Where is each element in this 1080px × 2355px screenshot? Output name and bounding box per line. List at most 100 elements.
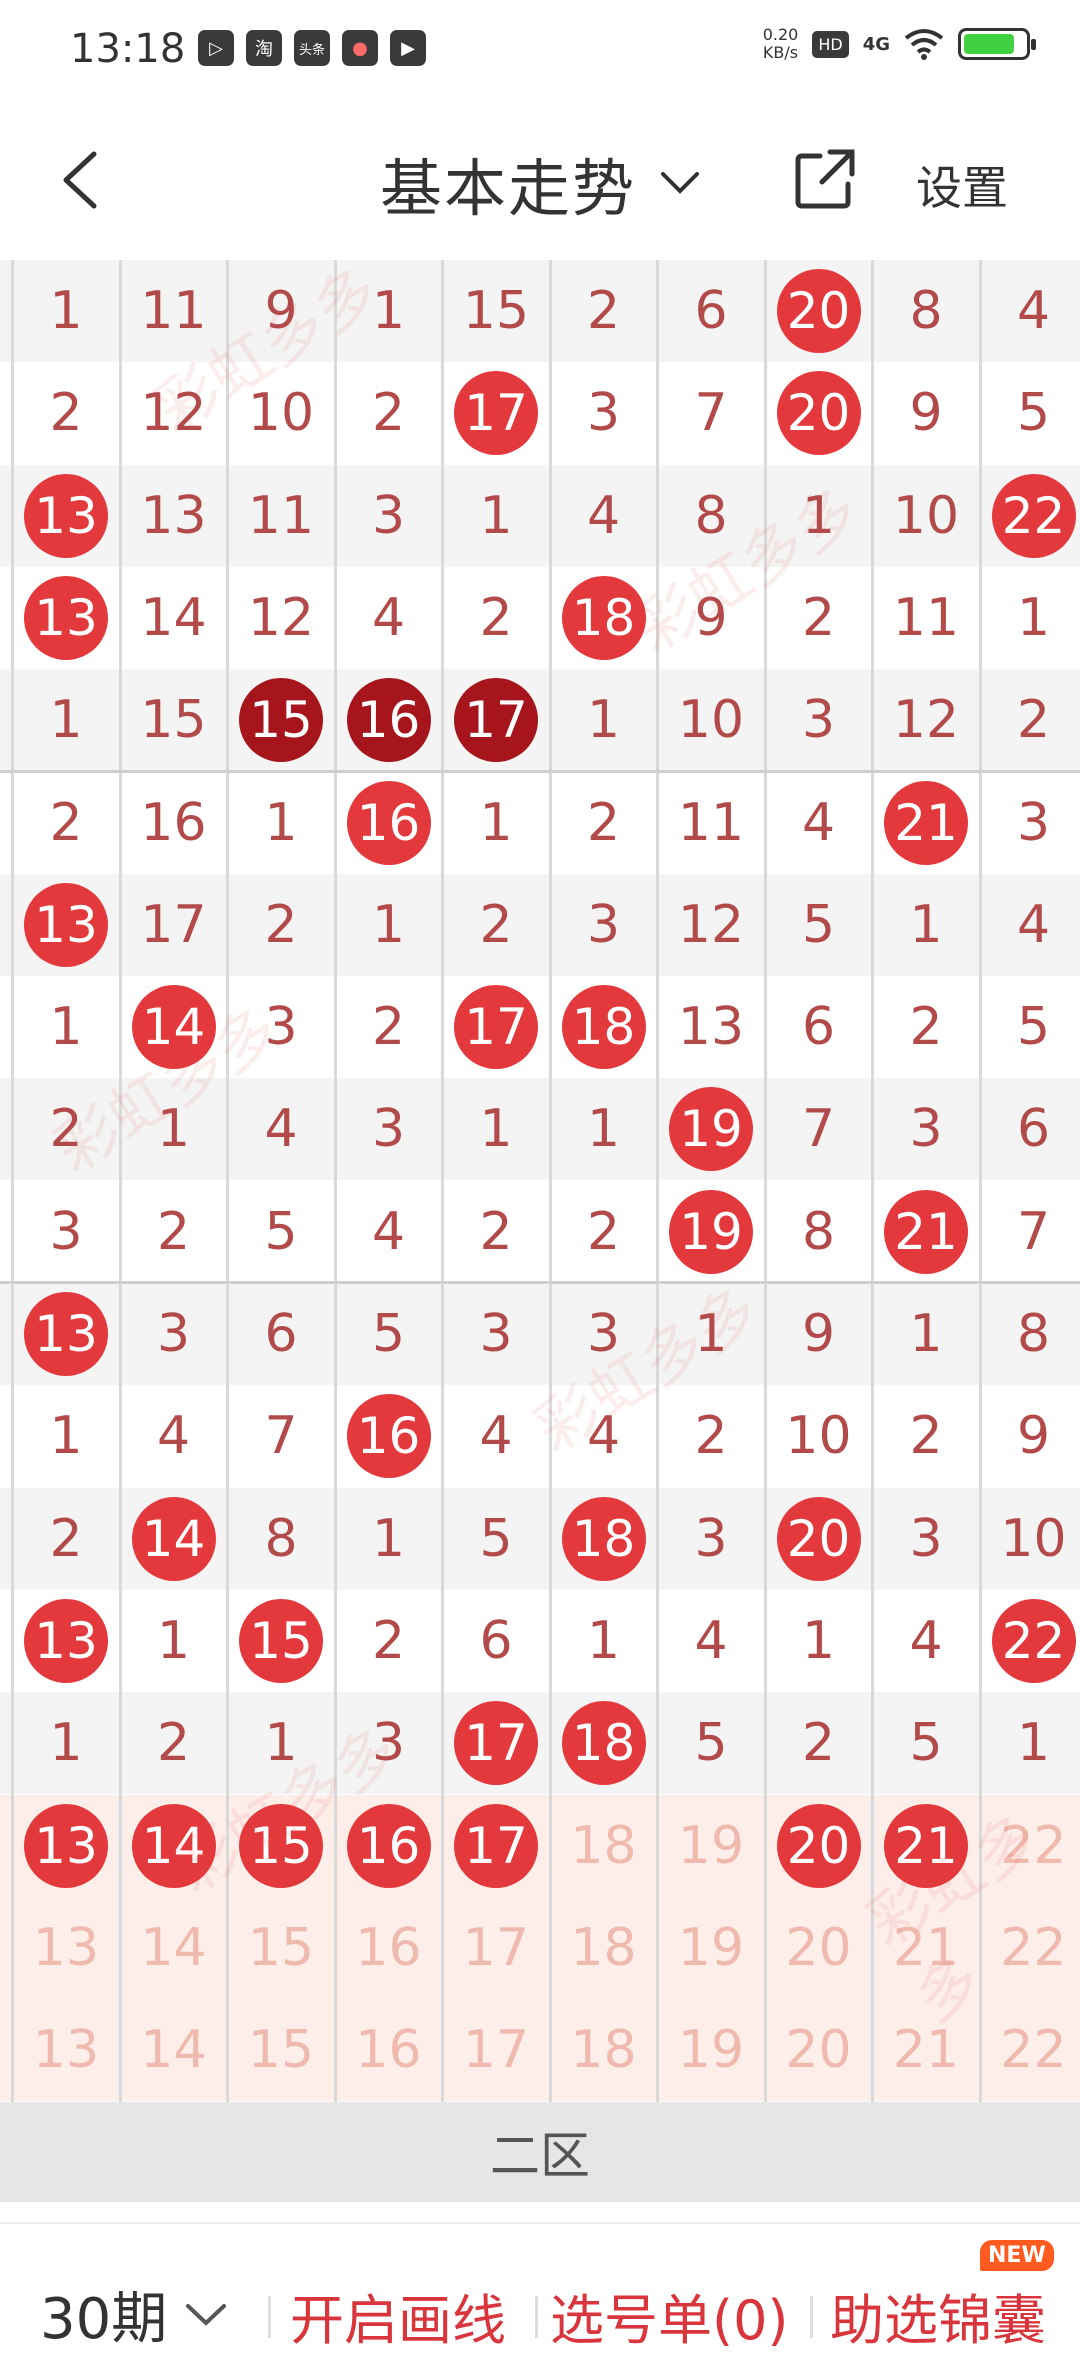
trend-cell-hit: 15 [228, 1590, 334, 1692]
trend-cell: 16 [336, 1999, 442, 2101]
trend-row: 1311526141422 [0, 1590, 1080, 1692]
trend-cell: 1 [551, 1590, 657, 1692]
trend-cell: 5 [766, 874, 872, 976]
new-badge: NEW [980, 2240, 1054, 2271]
back-arrow-icon[interactable] [56, 150, 102, 210]
trend-cell-hit: 16 [336, 1385, 442, 1487]
trend-cell: 12 [228, 567, 334, 669]
trend-cell: 1 [551, 669, 657, 771]
trend-cell: 10 [873, 465, 979, 567]
signal-icon: 4G [863, 34, 890, 55]
trend-cell: 2 [336, 362, 442, 464]
trend-cell-hit: 20 [766, 260, 872, 362]
trend-row: 13141516171819202122 [0, 1795, 1080, 1897]
trend-cell-hit: 19 [658, 1078, 764, 1180]
drawn-number-ball: 14 [132, 1804, 216, 1888]
trend-row: 13141516171819202122 [0, 1897, 1080, 1999]
trend-cell: 13 [121, 465, 227, 567]
trend-cell-hit: 16 [336, 669, 442, 771]
trend-cell-hit: 19 [658, 1181, 764, 1283]
drawn-number-ball: 20 [777, 269, 861, 353]
trend-cell: 1 [228, 1692, 334, 1794]
trend-cell: 1 [13, 976, 119, 1078]
trend-cell: 1 [551, 1078, 657, 1180]
drawn-number-ball: 17 [454, 985, 538, 1069]
chevron-down-icon [185, 2303, 227, 2327]
selection-list-button[interactable]: 选号单(0) [550, 2276, 789, 2355]
trend-cell: 4 [981, 874, 1080, 976]
trend-cell: 6 [443, 1590, 549, 1692]
trend-cell: 7 [228, 1385, 334, 1487]
status-bar: 13:18 ▷ 淘 头条 ● ▶ 0.20 KB/s HD 4G [0, 0, 1080, 100]
trend-cell: 4 [443, 1385, 549, 1487]
trend-cell: 6 [981, 1078, 1080, 1180]
repeat-number-ball: 15 [239, 678, 323, 762]
trend-cell: 1 [981, 567, 1080, 669]
trend-row: 21611612114213 [0, 772, 1080, 874]
drawn-number-ball: 20 [777, 371, 861, 455]
trend-row: 121317185251 [0, 1692, 1080, 1794]
trend-cell: 4 [766, 772, 872, 874]
drawn-number-ball: 22 [992, 1599, 1076, 1683]
share-icon[interactable] [792, 146, 858, 212]
drawn-number-ball: 20 [777, 1804, 861, 1888]
trend-row: 21481518320310 [0, 1488, 1080, 1590]
drawn-number-ball: 14 [132, 985, 216, 1069]
trend-cell-hit: 22 [981, 465, 1080, 567]
trend-row: 21210217372095 [0, 362, 1080, 464]
trend-cell: 8 [981, 1283, 1080, 1385]
drawn-number-ball: 19 [669, 1190, 753, 1274]
column-divider [979, 260, 982, 2102]
status-right-group: 0.20 KB/s HD 4G [763, 26, 1030, 62]
trend-cell: 1 [336, 874, 442, 976]
trend-cell: 2 [13, 1078, 119, 1180]
trend-cell: 6 [228, 1283, 334, 1385]
net-speed: 0.20 KB/s [763, 26, 799, 62]
trend-cell: 3 [13, 1181, 119, 1283]
status-time: 13:18 [70, 26, 185, 72]
trend-row: 13141516171819202122 [0, 1999, 1080, 2101]
trend-cell: 2 [981, 669, 1080, 771]
trend-cell: 1 [443, 1078, 549, 1180]
period-selector[interactable]: 30期 [40, 2274, 227, 2355]
trend-cell: 5 [658, 1692, 764, 1794]
trend-type-dropdown[interactable]: 基本走势 [380, 138, 700, 228]
drawn-number-ball: 15 [239, 1599, 323, 1683]
trend-cell: 3 [336, 1078, 442, 1180]
drawn-number-ball: 18 [562, 576, 646, 660]
drawn-number-ball: 20 [777, 1497, 861, 1581]
trend-cell: 2 [873, 1385, 979, 1487]
trend-cell: 2 [13, 1488, 119, 1590]
drawn-number-ball: 22 [992, 474, 1076, 558]
trend-cell: 15 [228, 1999, 334, 2101]
trend-cell: 21 [873, 1897, 979, 1999]
column-divider [334, 260, 337, 2102]
trend-cell: 6 [658, 260, 764, 362]
trend-cell: 2 [336, 1590, 442, 1692]
trend-cell-hit: 13 [13, 1590, 119, 1692]
trend-cell: 8 [873, 260, 979, 362]
trend-cell: 2 [873, 976, 979, 1078]
bottom-toolbar: 30期 开启画线 选号单(0) 助选锦囊 NEW [0, 2222, 1080, 2352]
drawn-number-ball: 19 [669, 1087, 753, 1171]
trend-cell: 8 [658, 465, 764, 567]
net-speed-value: 0.20 [763, 26, 799, 44]
trend-cell: 3 [551, 1283, 657, 1385]
trend-cell: 1 [766, 1590, 872, 1692]
settings-button[interactable]: 设置 [916, 152, 1008, 218]
trend-cell-hit: 17 [443, 976, 549, 1078]
drawn-number-ball: 13 [24, 1292, 108, 1376]
trend-cell: 1 [658, 1283, 764, 1385]
assistant-button[interactable]: 助选锦囊 [830, 2276, 1046, 2355]
trend-cell: 5 [228, 1181, 334, 1283]
trend-row: 11432171813625 [0, 976, 1080, 1078]
trend-row: 1317212312514 [0, 874, 1080, 976]
trend-row: 1151516171103122 [0, 669, 1080, 771]
trend-cell: 1 [443, 465, 549, 567]
draw-lines-button[interactable]: 开启画线 [290, 2276, 506, 2355]
trend-cell: 18 [551, 1999, 657, 2101]
trend-cell: 13 [13, 1897, 119, 1999]
divider [268, 2296, 271, 2338]
trend-cell: 3 [551, 362, 657, 464]
trend-cell: 3 [228, 976, 334, 1078]
